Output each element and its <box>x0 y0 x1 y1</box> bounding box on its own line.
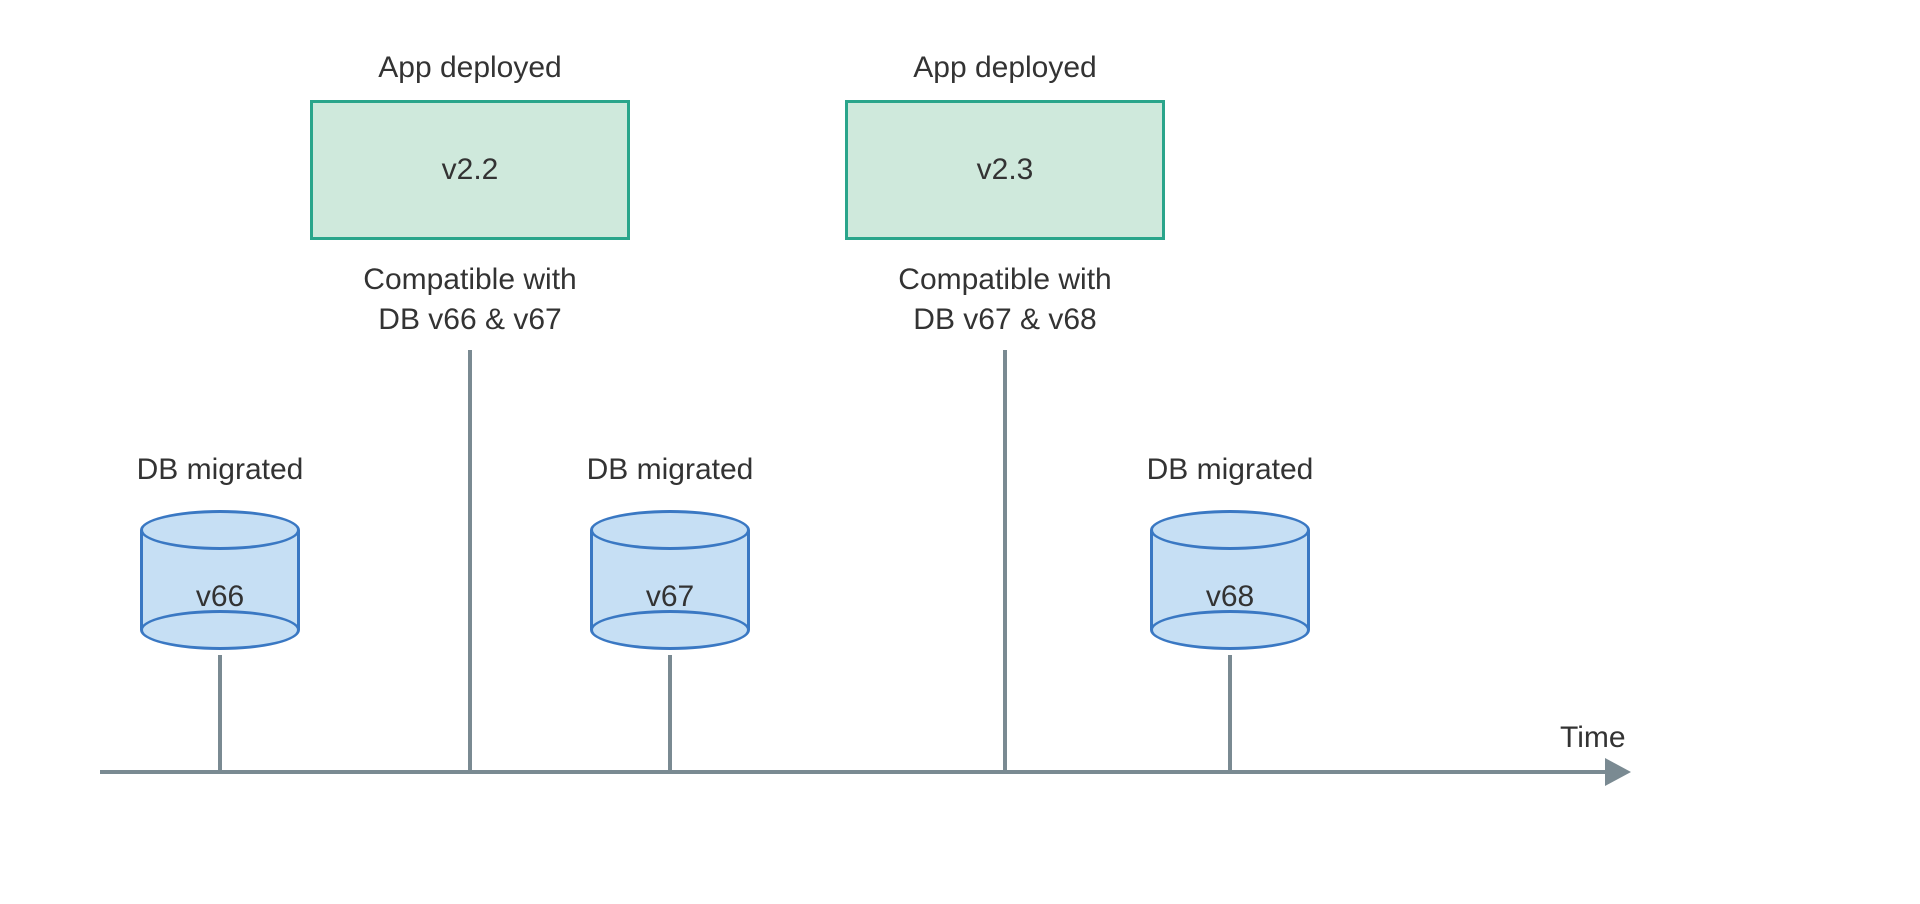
app1-compat1: Compatible with <box>310 260 630 301</box>
app1-title: App deployed <box>310 48 630 89</box>
db1-title: DB migrated <box>110 450 330 491</box>
db1-tick <box>218 655 222 770</box>
app1-tick <box>468 350 472 770</box>
app2-tick <box>1003 350 1007 770</box>
app2-title: App deployed <box>845 48 1165 89</box>
app1-box: v2.2 <box>310 100 630 240</box>
app2-box: v2.3 <box>845 100 1165 240</box>
timeline-arrowhead-icon <box>1605 758 1631 786</box>
db3-version: v68 <box>1150 580 1310 614</box>
db2-tick <box>668 655 672 770</box>
db3-tick <box>1228 655 1232 770</box>
app1-version: v2.2 <box>442 153 499 187</box>
diagram-canvas: App deployed v2.2 Compatible with DB v66… <box>0 0 1920 904</box>
app2-version: v2.3 <box>977 153 1034 187</box>
app2-compat1: Compatible with <box>845 260 1165 301</box>
app1-compat2: DB v66 & v67 <box>310 300 630 341</box>
db3-title: DB migrated <box>1120 450 1340 491</box>
app2-compat2: DB v67 & v68 <box>845 300 1165 341</box>
timeline-axis <box>100 770 1610 774</box>
db2-title: DB migrated <box>560 450 780 491</box>
db1-version: v66 <box>140 580 300 614</box>
db2-version: v67 <box>590 580 750 614</box>
axis-label: Time <box>1560 718 1660 759</box>
